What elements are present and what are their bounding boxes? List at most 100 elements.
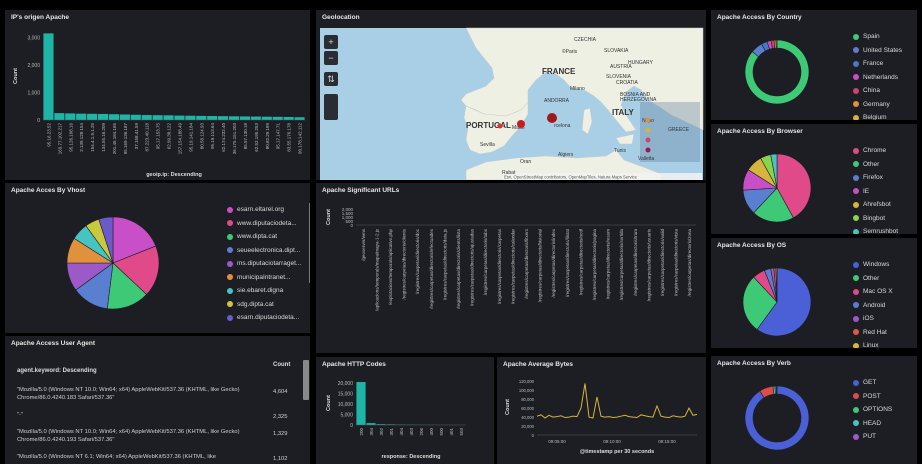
map-point-madrid[interactable] bbox=[517, 120, 525, 128]
legend-item[interactable]: Linux bbox=[853, 339, 893, 348]
map-point-italy-south[interactable] bbox=[645, 127, 651, 133]
legend-item[interactable]: France bbox=[853, 57, 902, 71]
urls-bar-chart[interactable]: 2,0001,5001,0005000Count/geoserver/wms/a… bbox=[316, 183, 706, 353]
legend-item[interactable]: Netherlands bbox=[853, 71, 902, 85]
x-tick-label: /registres/carpetas/directoris/zona bbox=[687, 229, 692, 297]
browser-pie-chart[interactable] bbox=[711, 124, 821, 234]
agent-cell: "Mozilla/5.0 (Windows NT 6.1; Win64; x64… bbox=[17, 454, 217, 460]
vhost-pie-chart[interactable] bbox=[5, 183, 205, 333]
legend-item[interactable]: seueelectronica.dipt... bbox=[227, 244, 301, 258]
zoom-in-button[interactable]: + bbox=[324, 35, 338, 49]
map-point-valletta[interactable] bbox=[645, 147, 651, 153]
legend-scrollbar[interactable] bbox=[309, 203, 310, 283]
map-draw-button[interactable] bbox=[324, 94, 338, 120]
legend-item[interactable]: GET bbox=[853, 376, 892, 390]
legend-item[interactable]: Other bbox=[853, 272, 893, 286]
map-label: CZECHIA bbox=[574, 37, 597, 43]
map-point-italy-2[interactable] bbox=[645, 137, 651, 143]
x-tick-label: 500 bbox=[439, 428, 444, 436]
legend-swatch bbox=[853, 188, 859, 195]
y-tick-label: 20,000 bbox=[338, 381, 354, 387]
legend-item[interactable]: iOS bbox=[853, 312, 893, 326]
legend-item[interactable]: Firefox bbox=[853, 171, 898, 185]
bar bbox=[218, 116, 229, 120]
os-pie-chart[interactable] bbox=[711, 238, 821, 348]
legend-item[interactable]: Mac OS X bbox=[853, 285, 893, 299]
table-row[interactable]: "Mozilla/5.0 (Windows NT 10.0; Win64; x6… bbox=[11, 386, 303, 404]
y-tick-label: 0 bbox=[350, 223, 353, 228]
panel-verb: Apache Access By Verb GET POST OPTIONS HEAD… bbox=[711, 356, 917, 464]
geolocation-map[interactable]: Esri, OpenStreetMap contributors, OpenMa… bbox=[316, 10, 706, 180]
bar bbox=[152, 115, 163, 120]
http-codes-bar-chart[interactable]: 20,000 15,000 10,000 5,000 0 Count 200 304 302 30… bbox=[316, 357, 494, 464]
legend-swatch bbox=[227, 233, 233, 240]
legend-item[interactable]: ms.diputaciotarraget... bbox=[227, 257, 301, 271]
map-label: Valletta bbox=[638, 156, 655, 162]
legend-item[interactable]: Bingbot bbox=[853, 212, 898, 226]
legend-label: Chrome bbox=[863, 147, 887, 155]
legend-item[interactable]: sdg.dipta.cat bbox=[227, 298, 301, 312]
legend-item[interactable]: Ahrefsbot bbox=[853, 198, 898, 212]
panel-geolocation: Geolocation Esri, OpenStreetMap contribu… bbox=[316, 10, 706, 180]
legend-item[interactable]: Chrome bbox=[853, 144, 898, 158]
legend-item[interactable]: OPTIONS bbox=[853, 403, 892, 417]
legend-swatch bbox=[227, 206, 233, 213]
legend-item[interactable]: sie.ebaret.digna bbox=[227, 284, 301, 298]
table-row[interactable]: "Mozilla/5.0 (Windows NT 6.1; Win64; x64… bbox=[11, 453, 303, 463]
bar bbox=[196, 115, 207, 120]
column-header-agent[interactable]: agent.keyword: Descending bbox=[17, 368, 97, 374]
verb-donut-chart[interactable] bbox=[711, 356, 821, 464]
table-row[interactable]: "Mozilla/5.0 (Windows NT 10.0; Win64; x6… bbox=[11, 428, 303, 446]
legend-item[interactable]: Red Hat bbox=[853, 326, 893, 340]
legend-item[interactable]: Belgium bbox=[853, 111, 902, 120]
legend-item[interactable]: PUT bbox=[853, 430, 892, 444]
legend-item[interactable]: IE bbox=[853, 185, 898, 199]
map-point-barcelona[interactable] bbox=[547, 113, 557, 123]
legend-item[interactable]: China bbox=[853, 84, 902, 98]
x-tick-label: 200 bbox=[359, 428, 364, 436]
x-tick-label: /registres/carpetas/directoris/usuaris bbox=[646, 228, 651, 301]
bar bbox=[141, 115, 152, 120]
ips-bar-chart[interactable]: 3,000 2,000 1,000 0 Count 95.16.23.52 169.77.1… bbox=[5, 10, 310, 180]
table-row[interactable]: "-" 2,325 bbox=[11, 411, 303, 421]
table-scrollbar[interactable] bbox=[303, 360, 309, 400]
legend-item[interactable]: Windows bbox=[853, 258, 893, 272]
legend-label: Spain bbox=[863, 33, 880, 41]
legend-item[interactable]: Spain bbox=[853, 30, 902, 44]
legend-swatch bbox=[853, 114, 859, 120]
legend-item[interactable]: Other bbox=[853, 158, 898, 172]
legend-item[interactable]: www.diputaciodeta... bbox=[227, 217, 301, 231]
column-header-count[interactable]: Count bbox=[273, 362, 290, 368]
legend-item[interactable]: HEAD bbox=[853, 417, 892, 431]
legend-item[interactable]: Germany bbox=[853, 98, 902, 112]
average-bytes-line-chart[interactable]: 120,000 100,000 80,000 60,000 40,000 20,000 0 C… bbox=[497, 357, 706, 464]
map-label: Algiers bbox=[558, 152, 574, 158]
y-tick-label: 3,000 bbox=[27, 36, 40, 42]
legend-item[interactable]: www.dipta.cat bbox=[227, 230, 301, 244]
map-label: HUNGARY bbox=[628, 60, 654, 66]
legend-swatch bbox=[853, 342, 859, 348]
map-label: Rabat bbox=[502, 170, 516, 176]
x-tick-label: 95.17.147.71 bbox=[276, 123, 281, 150]
legend-item[interactable]: POST bbox=[853, 390, 892, 404]
legend-swatch bbox=[853, 87, 859, 94]
bar bbox=[54, 113, 65, 120]
legend-item[interactable]: United States bbox=[853, 44, 902, 58]
country-donut-chart[interactable] bbox=[711, 10, 821, 120]
x-tick-label: /registres/carpetas/directoris/clients bbox=[402, 228, 407, 299]
legend-swatch bbox=[227, 247, 233, 254]
panel-title: Apache Access User Agent bbox=[11, 340, 96, 347]
zoom-out-button[interactable]: − bbox=[324, 51, 338, 65]
bar bbox=[261, 116, 272, 120]
map-point-napoli[interactable] bbox=[645, 117, 651, 123]
legend-item[interactable]: Semrushbot bbox=[853, 225, 898, 234]
legend-item[interactable]: municipaIntranet... bbox=[227, 271, 301, 285]
count-cell: 4,604 bbox=[273, 389, 288, 395]
legend-item[interactable]: Android bbox=[853, 299, 893, 313]
legend-item[interactable]: esarn.eltarel.org bbox=[227, 203, 301, 217]
map-layers-button[interactable]: ⇅ bbox=[324, 72, 338, 86]
legend-item[interactable]: esarn.diputaciodeta... bbox=[227, 311, 301, 325]
x-tick-label: /registres/carpetas/directoris/tabs bbox=[483, 228, 488, 295]
y-tick-label: 1,000 bbox=[27, 91, 40, 97]
map-point-lisbon[interactable] bbox=[497, 123, 503, 129]
